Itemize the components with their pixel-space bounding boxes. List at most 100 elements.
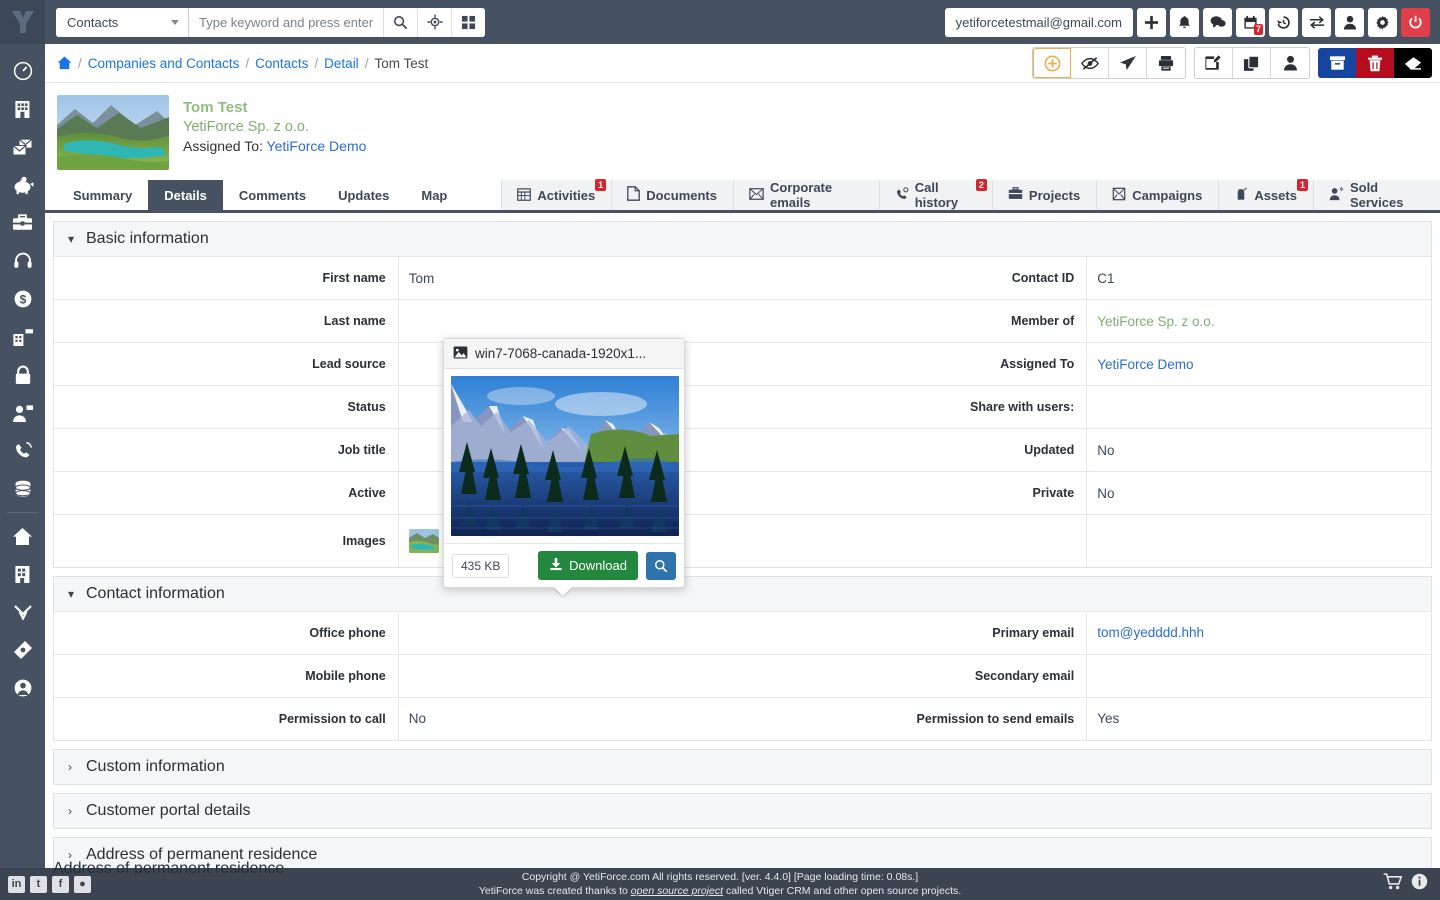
tab-corporate-emails[interactable]: Corporate emails bbox=[732, 180, 879, 210]
erase-icon[interactable] bbox=[1394, 48, 1432, 78]
tab-label: Map bbox=[421, 187, 448, 203]
field-value-first-name[interactable]: Tom bbox=[397, 256, 743, 300]
sidebar-item-tickets[interactable] bbox=[0, 631, 45, 669]
sidebar-item-sales[interactable]: $ bbox=[0, 280, 45, 318]
briefcase-icon bbox=[1008, 187, 1023, 203]
image-icon bbox=[453, 346, 468, 362]
record-action-group-3 bbox=[1318, 48, 1432, 78]
block-custom-information[interactable]: › Custom information bbox=[53, 749, 1432, 785]
switch-icon[interactable] bbox=[1302, 7, 1331, 37]
calendar-icon[interactable]: 7 bbox=[1236, 7, 1265, 37]
sidebar-item-companies-contacts[interactable] bbox=[0, 90, 45, 128]
search-input[interactable] bbox=[189, 7, 383, 37]
assigned-user-link[interactable]: YetiForce Demo bbox=[267, 138, 367, 154]
image-preview[interactable] bbox=[451, 376, 679, 536]
field-value-permission-to-send-emails: Yes bbox=[1086, 696, 1431, 740]
sidebar-item-dashboard[interactable] bbox=[0, 52, 45, 90]
tab-assets[interactable]: Assets 1 bbox=[1218, 179, 1313, 210]
apps-grid-icon[interactable] bbox=[451, 7, 485, 37]
block-header-portal[interactable]: › Customer portal details bbox=[54, 794, 1431, 828]
assigned-to-link[interactable]: YetiForce Demo bbox=[1097, 357, 1193, 372]
add-related-button[interactable] bbox=[1033, 48, 1071, 78]
breadcrumb-item-detail[interactable]: Detail bbox=[324, 56, 359, 71]
home-icon[interactable] bbox=[57, 56, 72, 70]
delete-icon[interactable] bbox=[1356, 48, 1394, 78]
preview-zoom-button[interactable] bbox=[646, 551, 676, 580]
open-source-project-link[interactable]: open source project bbox=[631, 885, 723, 897]
sidebar-item-leads[interactable] bbox=[0, 593, 45, 631]
tab-projects[interactable]: Projects bbox=[991, 180, 1097, 210]
breadcrumb-separator: / bbox=[364, 55, 369, 71]
duplicate-icon[interactable] bbox=[1233, 48, 1271, 78]
send-icon[interactable] bbox=[1109, 48, 1147, 78]
sidebar-item-home[interactable] bbox=[0, 517, 45, 555]
megaphone-icon bbox=[1112, 187, 1126, 204]
tab-map[interactable]: Map bbox=[405, 180, 463, 210]
sidebar-item-human-resources[interactable] bbox=[0, 394, 45, 432]
archive-icon[interactable] bbox=[1318, 48, 1356, 78]
power-icon[interactable] bbox=[1401, 7, 1430, 37]
member-of-link[interactable]: YetiForce Sp. z o.o. bbox=[1097, 314, 1214, 329]
add-icon[interactable] bbox=[1137, 7, 1166, 37]
field-value-mobile-phone[interactable] bbox=[397, 653, 743, 697]
tab-documents[interactable]: Documents bbox=[611, 180, 733, 210]
field-label-assigned-to: Assigned To bbox=[742, 342, 1087, 386]
sidebar-item-projects[interactable] bbox=[0, 204, 45, 242]
tab-comments[interactable]: Comments bbox=[223, 180, 322, 210]
block-header-basic[interactable]: ▾ Basic information bbox=[54, 222, 1431, 256]
gear-icon[interactable] bbox=[1368, 7, 1397, 37]
tab-call-history[interactable]: Call history 2 bbox=[878, 179, 992, 210]
watch-off-icon[interactable] bbox=[1071, 48, 1109, 78]
block-header-custom[interactable]: › Custom information bbox=[54, 750, 1431, 784]
tab-label: Activities bbox=[537, 187, 596, 203]
tab-summary[interactable]: Summary bbox=[57, 180, 148, 210]
field-value-assigned-to: YetiForce Demo bbox=[1086, 342, 1431, 386]
field-value-last-name[interactable] bbox=[397, 299, 743, 343]
advanced-search-icon[interactable] bbox=[417, 7, 451, 37]
tab-label: Updates bbox=[338, 187, 390, 203]
chat-icon[interactable] bbox=[1203, 7, 1232, 37]
sidebar-item-call-center[interactable] bbox=[0, 432, 45, 470]
tab-details[interactable]: Details bbox=[148, 180, 223, 210]
tab-label: Comments bbox=[238, 187, 307, 203]
yetiforce-logo[interactable] bbox=[0, 0, 45, 44]
field-label-mobile-phone: Mobile phone bbox=[54, 653, 399, 697]
sidebar-item-database[interactable] bbox=[0, 470, 45, 508]
image-thumbnail-1[interactable] bbox=[408, 528, 439, 553]
block-customer-portal-details[interactable]: › Customer portal details bbox=[53, 793, 1432, 829]
sidebar-item-support[interactable] bbox=[0, 242, 45, 280]
block-title: Basic information bbox=[86, 230, 209, 247]
history-icon[interactable] bbox=[1269, 7, 1298, 37]
sidebar-item-finances[interactable] bbox=[0, 166, 45, 204]
field-value-secondary-email[interactable] bbox=[1086, 653, 1431, 697]
user-icon[interactable] bbox=[1335, 7, 1364, 37]
sidebar-item-companies[interactable] bbox=[0, 555, 45, 593]
footer-credit: YetiForce was created thanks to open sou… bbox=[0, 884, 1440, 898]
sidebar-item-mail[interactable] bbox=[0, 128, 45, 166]
primary-email-link[interactable]: tom@yedddd.hhh bbox=[1097, 625, 1204, 640]
module-select[interactable]: Contacts bbox=[56, 7, 189, 37]
tab-activities[interactable]: Activities 1 bbox=[501, 179, 612, 210]
sidebar-item-account[interactable] bbox=[0, 669, 45, 707]
user-email-display[interactable]: yetiforcetestmail@gmail.com bbox=[944, 7, 1133, 37]
assign-user-icon[interactable] bbox=[1271, 48, 1309, 78]
record-title: Tom Test bbox=[183, 99, 248, 116]
record-thumbnail[interactable] bbox=[57, 95, 169, 170]
field-label-private: Private bbox=[742, 471, 1087, 515]
search-icon[interactable] bbox=[383, 7, 417, 37]
bell-icon[interactable] bbox=[1170, 7, 1199, 37]
breadcrumb-item-companies-and-contacts[interactable]: Companies and Contacts bbox=[88, 56, 240, 71]
sidebar-item-security[interactable] bbox=[0, 356, 45, 394]
tab-campaigns[interactable]: Campaigns bbox=[1096, 180, 1219, 210]
block-header-contact[interactable]: ▾ Contact information bbox=[54, 576, 1431, 611]
field-value-private: No bbox=[1086, 471, 1431, 515]
field-value-contact-id: C1 bbox=[1086, 256, 1431, 300]
download-button[interactable]: Download bbox=[538, 551, 638, 580]
tab-sold-services[interactable]: Sold Services bbox=[1312, 180, 1440, 210]
breadcrumb-item-contacts[interactable]: Contacts bbox=[255, 56, 308, 71]
tab-updates[interactable]: Updates bbox=[322, 180, 405, 210]
pdf-export-icon[interactable] bbox=[1147, 48, 1185, 78]
field-value-office-phone[interactable] bbox=[397, 610, 743, 654]
edit-icon[interactable] bbox=[1195, 48, 1233, 78]
sidebar-item-logistics[interactable] bbox=[0, 318, 45, 356]
